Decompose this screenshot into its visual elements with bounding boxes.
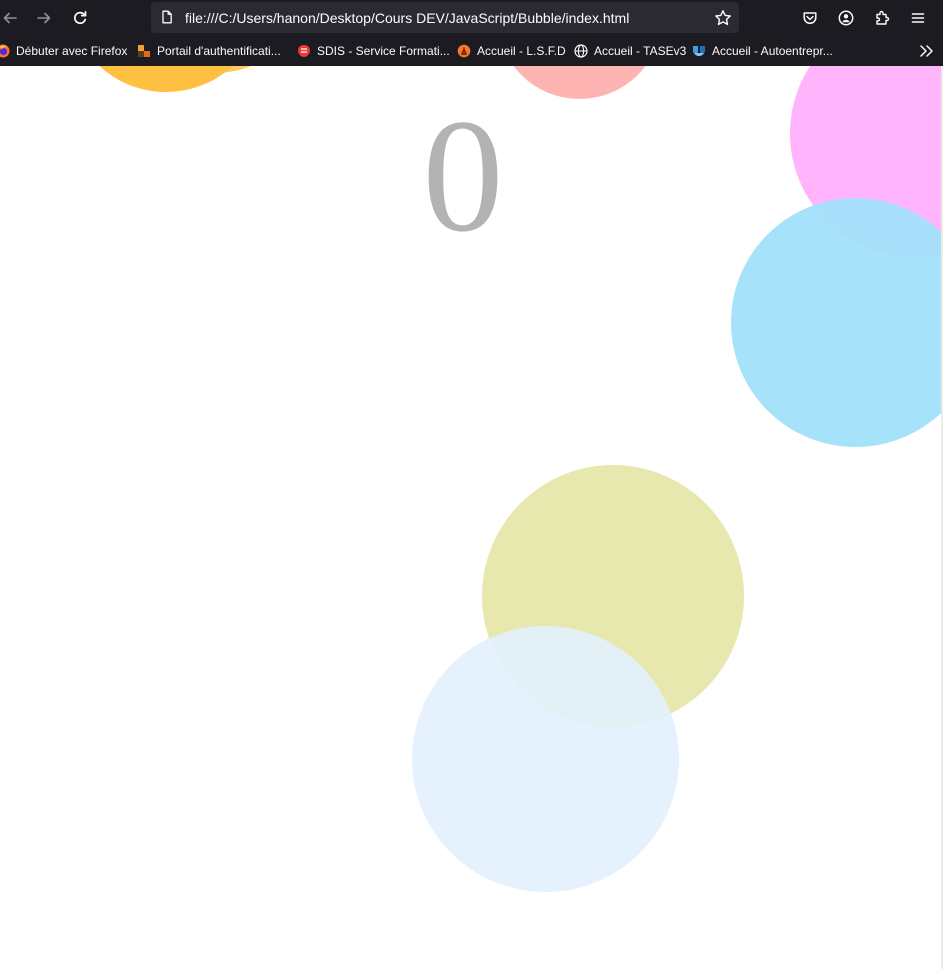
extensions-button[interactable] xyxy=(868,4,896,32)
star-icon xyxy=(715,10,731,26)
pocket-icon xyxy=(803,12,817,25)
bookmark-item[interactable]: Accueil - L.S.F.D xyxy=(457,43,566,59)
firefox-icon xyxy=(0,44,10,58)
bookmark-label: SDIS - Service Formati... xyxy=(317,44,450,58)
url-text[interactable]: file:///C:/Users/hanon/Desktop/Cours DEV… xyxy=(185,10,629,26)
menu-button[interactable] xyxy=(904,4,932,32)
lsfd-icon xyxy=(457,44,471,58)
bookmark-item[interactable]: Portail d'authentificati... xyxy=(137,43,281,59)
bookmark-item[interactable]: Accueil - TASEv3 xyxy=(574,43,686,59)
browser-toolbar: file:///C:/Users/hanon/Desktop/Cours DEV… xyxy=(0,0,943,36)
address-bar[interactable]: file:///C:/Users/hanon/Desktop/Cours DEV… xyxy=(151,2,739,33)
bubble[interactable] xyxy=(497,66,662,99)
reload-button[interactable] xyxy=(66,4,94,32)
bookmark-label: Portail d'authentificati... xyxy=(157,44,281,58)
account-icon xyxy=(838,10,854,26)
bubble[interactable] xyxy=(412,626,679,892)
bookmark-item[interactable]: SDIS - Service Formati... xyxy=(297,43,450,59)
page-icon xyxy=(162,10,172,24)
autoentrepreneur-icon xyxy=(693,46,705,56)
menu-icon xyxy=(911,13,925,23)
arrow-right-icon xyxy=(37,12,51,24)
globe-icon xyxy=(574,44,588,58)
chevrons-right-icon[interactable] xyxy=(917,42,935,60)
bookmark-label: Débuter avec Firefox xyxy=(16,44,128,58)
forward-button[interactable] xyxy=(30,4,58,32)
bookmarks-toolbar: Débuter avec Firefox Portail d'authentif… xyxy=(0,36,943,66)
bookmark-star-button[interactable] xyxy=(713,8,733,28)
sdis-icon xyxy=(298,45,310,57)
extensions-icon xyxy=(876,10,890,25)
reload-icon xyxy=(74,10,87,25)
game-page: 0 xyxy=(0,66,943,969)
portal-icon xyxy=(138,45,150,57)
bookmark-label: Accueil - Autoentrepr... xyxy=(712,44,833,58)
arrow-left-icon xyxy=(3,12,17,24)
bookmark-item[interactable]: Accueil - Autoentrepr... xyxy=(692,43,833,59)
score-counter: 0 xyxy=(422,87,504,266)
back-button[interactable] xyxy=(0,4,24,32)
bookmark-item[interactable]: Débuter avec Firefox xyxy=(0,43,127,59)
bookmark-label: Accueil - TASEv3 xyxy=(594,44,687,58)
account-button[interactable] xyxy=(832,4,860,32)
bookmark-label: Accueil - L.S.F.D xyxy=(477,44,566,58)
pocket-button[interactable] xyxy=(796,4,824,32)
